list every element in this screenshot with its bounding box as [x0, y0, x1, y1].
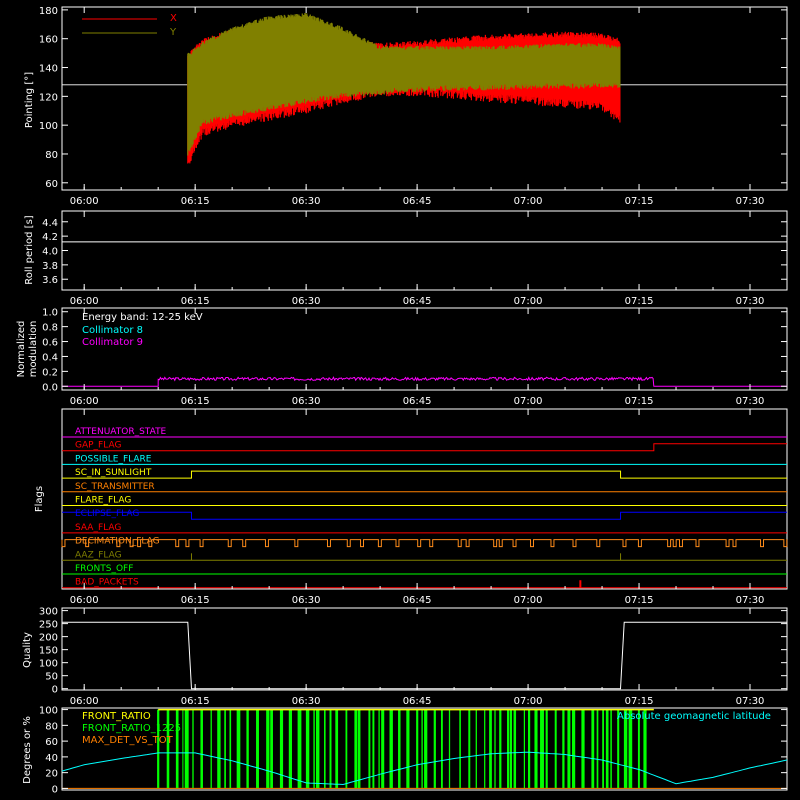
x-tick-label: 07:00 [514, 595, 543, 606]
y-tick-label: 60 [45, 737, 58, 748]
y-tick-label: 20 [45, 769, 58, 780]
geomag-latitude-label: Absolute geomagnetic latitude [617, 711, 771, 722]
flag-label: POSSIBLE_FLARE [75, 454, 152, 464]
flag-label: ECLIPSE_FLAG [75, 509, 139, 519]
y-tick-label: 60 [45, 179, 58, 190]
x-tick-label: 06:30 [292, 296, 321, 307]
collimator-9-label: Collimator 9 [82, 337, 143, 348]
pointing-ylabel: Pointing [°] [24, 72, 35, 128]
x-tick-label: 06:00 [70, 696, 99, 707]
collimator-8-label: Collimator 8 [82, 325, 143, 336]
y-tick-label: 100 [39, 659, 58, 670]
y-tick-label: 0 [52, 685, 58, 696]
y-tick-label: 250 [39, 620, 58, 631]
x-tick-label: 06:45 [403, 196, 432, 207]
y-tick-label: 3.6 [42, 275, 58, 286]
legend-front-ratio-1225: FRONT_RATIO_1225 [82, 723, 181, 734]
x-tick-label: 07:15 [625, 196, 654, 207]
x-tick-label: 07:30 [736, 595, 765, 606]
x-tick-label: 06:45 [403, 296, 432, 307]
y-tick-label: 4.4 [42, 218, 58, 229]
y-tick-label: 0 [52, 784, 58, 795]
y-tick-label: 40 [45, 753, 58, 764]
flag-label: DECIMATION_FLAG [75, 537, 160, 547]
x-tick-label: 07:15 [625, 595, 654, 606]
y-tick-label: 80 [45, 150, 58, 161]
quality-ylabel: Quality [22, 632, 33, 668]
y-tick-label: 140 [39, 64, 58, 75]
flag-label: GAP_FLAG [75, 441, 121, 451]
y-tick-label: 100 [39, 706, 58, 717]
x-tick-label: 07:30 [736, 196, 765, 207]
x-tick-label: 06:45 [403, 595, 432, 606]
rhessi-quicklook-chart: 60 80 100 120 140 160 180 Pointing [°] X Y 06:… [0, 0, 800, 800]
x-tick-label: 06:15 [181, 196, 210, 207]
y-tick-label: 0.2 [42, 367, 58, 378]
y-tick-label: 200 [39, 633, 58, 644]
y-tick-label: 150 [39, 646, 58, 657]
x-tick-label: 07:15 [625, 696, 654, 707]
x-tick-label: 06:45 [403, 696, 432, 707]
legend-max-det-vs-tot: MAX_DET_VS_TOT [82, 735, 174, 746]
y-tick-label: 4.0 [42, 247, 58, 258]
x-tick-label: 06:00 [70, 296, 99, 307]
flag-label: AAZ_FLAG [75, 550, 122, 560]
x-tick-label: 06:15 [181, 595, 210, 606]
x-tick-label: 06:30 [292, 196, 321, 207]
x-tick-label: 06:30 [292, 396, 321, 407]
x-tick-label: 06:15 [181, 296, 210, 307]
y-tick-label: 80 [45, 721, 58, 732]
x-tick-label: 06:15 [181, 396, 210, 407]
geomag-ylabel: Degrees or % [22, 716, 33, 784]
x-tick-label: 07:30 [736, 296, 765, 307]
x-tick-label: 07:00 [514, 696, 543, 707]
x-tick-label: 07:00 [514, 196, 543, 207]
flag-label: SC_TRANSMITTER [75, 482, 155, 492]
flag-label: SC_IN_SUNLIGHT [75, 468, 152, 478]
x-tick-label: 07:30 [736, 396, 765, 407]
x-tick-label: 07:00 [514, 296, 543, 307]
flag-label: FLARE_FLAG [75, 496, 131, 506]
energy-band-label: Energy band: 12-25 keV [82, 312, 203, 323]
y-tick-label: 100 [39, 121, 58, 132]
x-tick-label: 06:45 [403, 396, 432, 407]
y-tick-label: 1.0 [42, 308, 58, 319]
y-tick-label: 180 [39, 6, 58, 17]
flag-label: SAA_FLAG [75, 523, 121, 533]
y-tick-label: 0.4 [42, 352, 58, 363]
flags-ylabel: Flags [34, 486, 45, 512]
modulation-ylabel-2: modulation [28, 321, 39, 378]
x-tick-label: 06:15 [181, 696, 210, 707]
x-tick-label: 07:30 [736, 696, 765, 707]
y-tick-label: 3.8 [42, 261, 58, 272]
x-tick-label: 06:00 [70, 396, 99, 407]
legend-front-ratio: FRONT_RATIO [82, 711, 151, 722]
x-tick-label: 06:00 [70, 196, 99, 207]
y-tick-label: 0.0 [42, 382, 58, 393]
x-tick-label: 06:30 [292, 595, 321, 606]
x-tick-label: 06:30 [292, 696, 321, 707]
y-tick-label: 120 [39, 92, 58, 103]
x-tick-label: 07:15 [625, 396, 654, 407]
x-tick-label: 07:15 [625, 296, 654, 307]
y-tick-label: 160 [39, 35, 58, 46]
y-tick-label: 4.2 [42, 232, 58, 243]
x-tick-label: 06:00 [70, 595, 99, 606]
legend-x-label: X [170, 13, 177, 24]
y-tick-label: 0.6 [42, 338, 58, 349]
roll-ylabel: Roll period [s] [24, 215, 35, 284]
flag-label: FRONTS_OFF [75, 564, 133, 574]
y-tick-label: 50 [45, 672, 58, 683]
y-tick-label: 300 [39, 607, 58, 618]
modulation-ylabel-1: Normalized [16, 321, 27, 378]
flag-label: ATTENUATOR_STATE [75, 427, 167, 437]
x-tick-label: 07:00 [514, 396, 543, 407]
legend-y-label: Y [169, 27, 177, 38]
y-tick-label: 0.8 [42, 323, 58, 334]
